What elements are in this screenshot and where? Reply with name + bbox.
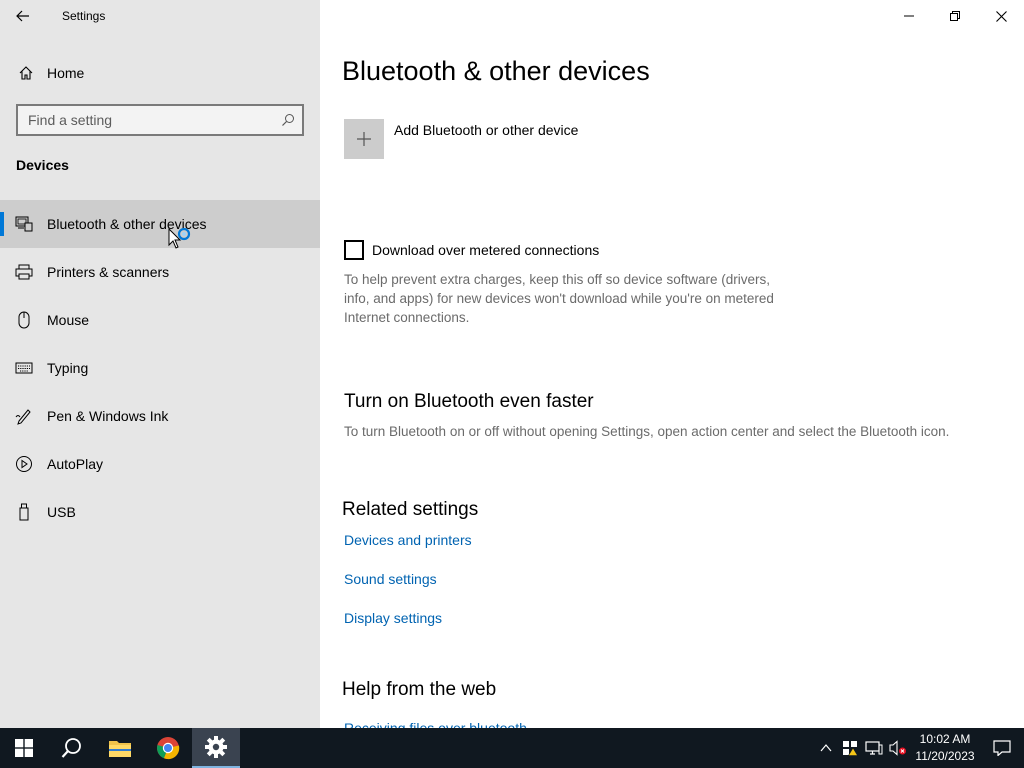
chrome-icon: [157, 737, 180, 760]
sidebar-item-label: Mouse: [47, 312, 90, 328]
search-icon: [61, 738, 81, 758]
restore-button[interactable]: [932, 0, 978, 32]
home-label: Home: [47, 65, 85, 81]
gear-icon: [205, 736, 227, 758]
folder-icon: [109, 741, 131, 757]
sidebar-item-label: AutoPlay: [47, 456, 104, 472]
start-button[interactable]: [0, 728, 48, 768]
action-center-button[interactable]: [980, 728, 1024, 768]
back-button[interactable]: [0, 0, 46, 32]
sidebar-item-home[interactable]: Home: [0, 54, 320, 92]
bluetooth-devices-icon: [14, 216, 34, 232]
close-button[interactable]: [978, 0, 1024, 32]
sidebar-item-label: Typing: [47, 360, 89, 376]
receiving-files-link[interactable]: Receiving files over bluetooth: [344, 720, 527, 728]
back-arrow-icon: [16, 10, 29, 22]
plus-icon: [344, 119, 384, 159]
mouse-cursor: [168, 227, 192, 257]
home-icon: [16, 65, 36, 81]
search-box[interactable]: [16, 104, 304, 136]
metered-checkbox-label[interactable]: Download over metered connections: [372, 242, 599, 258]
metered-checkbox[interactable]: [344, 240, 364, 260]
pen-icon: [14, 407, 34, 425]
chevron-up-icon: [820, 744, 832, 752]
add-device-button[interactable]: Add Bluetooth or other device: [344, 119, 578, 159]
app-title: Settings: [62, 9, 106, 23]
taskbar: 10:02 AM 11/20/2023: [0, 728, 1024, 768]
usb-icon: [14, 503, 34, 521]
main-content: Bluetooth & other devices Add Bluetooth …: [320, 0, 1024, 728]
file-explorer-button[interactable]: [96, 728, 144, 768]
clock-date: 11/20/2023: [915, 749, 975, 763]
sidebar-item-label: USB: [47, 504, 76, 520]
sidebar-item-label: Pen & Windows Ink: [47, 408, 169, 424]
page-title: Bluetooth & other devices: [342, 56, 650, 86]
minimize-button[interactable]: [886, 0, 932, 32]
sidebar-item-bluetooth[interactable]: Bluetooth & other devices: [0, 200, 320, 248]
sidebar-item-printers[interactable]: Printers & scanners: [0, 248, 320, 296]
sound-settings-link[interactable]: Sound settings: [344, 571, 437, 587]
display-settings-link[interactable]: Display settings: [344, 610, 442, 626]
chrome-button[interactable]: [144, 728, 192, 768]
nav-list: Bluetooth & other devices Printers & sca…: [0, 200, 320, 536]
metered-help-text: To help prevent extra charges, keep this…: [344, 272, 774, 325]
bluetooth-faster-heading: Turn on Bluetooth even faster: [344, 391, 594, 412]
network-warning-icon[interactable]: [838, 728, 862, 768]
related-settings-heading: Related settings: [342, 499, 479, 520]
settings-window: Settings Home Devices Bluetooth & other …: [0, 0, 1024, 768]
printer-icon: [14, 264, 34, 280]
close-icon: [995, 10, 1007, 22]
sidebar-item-mouse[interactable]: Mouse: [0, 296, 320, 344]
keyboard-icon: [14, 362, 34, 374]
clock-time: 10:02 AM: [919, 732, 971, 746]
help-from-web-heading: Help from the web: [342, 679, 497, 700]
notification-icon: [993, 740, 1011, 756]
title-bar: Settings: [0, 0, 320, 32]
minimize-icon: [904, 15, 914, 17]
sidebar-item-autoplay[interactable]: AutoPlay: [0, 440, 320, 488]
system-tray: 10:02 AM 11/20/2023: [814, 728, 1024, 768]
add-device-label: Add Bluetooth or other device: [394, 122, 579, 138]
show-hidden-icons-button[interactable]: [814, 728, 838, 768]
sidebar: Settings Home Devices Bluetooth & other …: [0, 0, 320, 728]
windows-logo-icon: [15, 739, 33, 757]
search-icon[interactable]: [274, 113, 302, 127]
devices-and-printers-link[interactable]: Devices and printers: [344, 532, 472, 548]
volume-muted-icon[interactable]: [886, 728, 910, 768]
search-taskbar-button[interactable]: [48, 728, 96, 768]
settings-taskbar-button[interactable]: [192, 728, 240, 768]
section-label: Devices: [16, 157, 69, 173]
sidebar-item-label: Printers & scanners: [47, 264, 170, 280]
clock[interactable]: 10:02 AM 11/20/2023: [910, 731, 980, 765]
network-icon[interactable]: [862, 728, 886, 768]
sidebar-item-usb[interactable]: USB: [0, 488, 320, 536]
sidebar-item-typing[interactable]: Typing: [0, 344, 320, 392]
metered-checkbox-row[interactable]: Download over metered connections: [344, 240, 599, 260]
mouse-icon: [14, 311, 34, 329]
autoplay-icon: [14, 455, 34, 473]
sidebar-item-pen[interactable]: Pen & Windows Ink: [0, 392, 320, 440]
bluetooth-faster-description: To turn Bluetooth on or off without open…: [344, 424, 950, 439]
search-input[interactable]: [18, 112, 274, 128]
restore-icon: [950, 11, 960, 21]
